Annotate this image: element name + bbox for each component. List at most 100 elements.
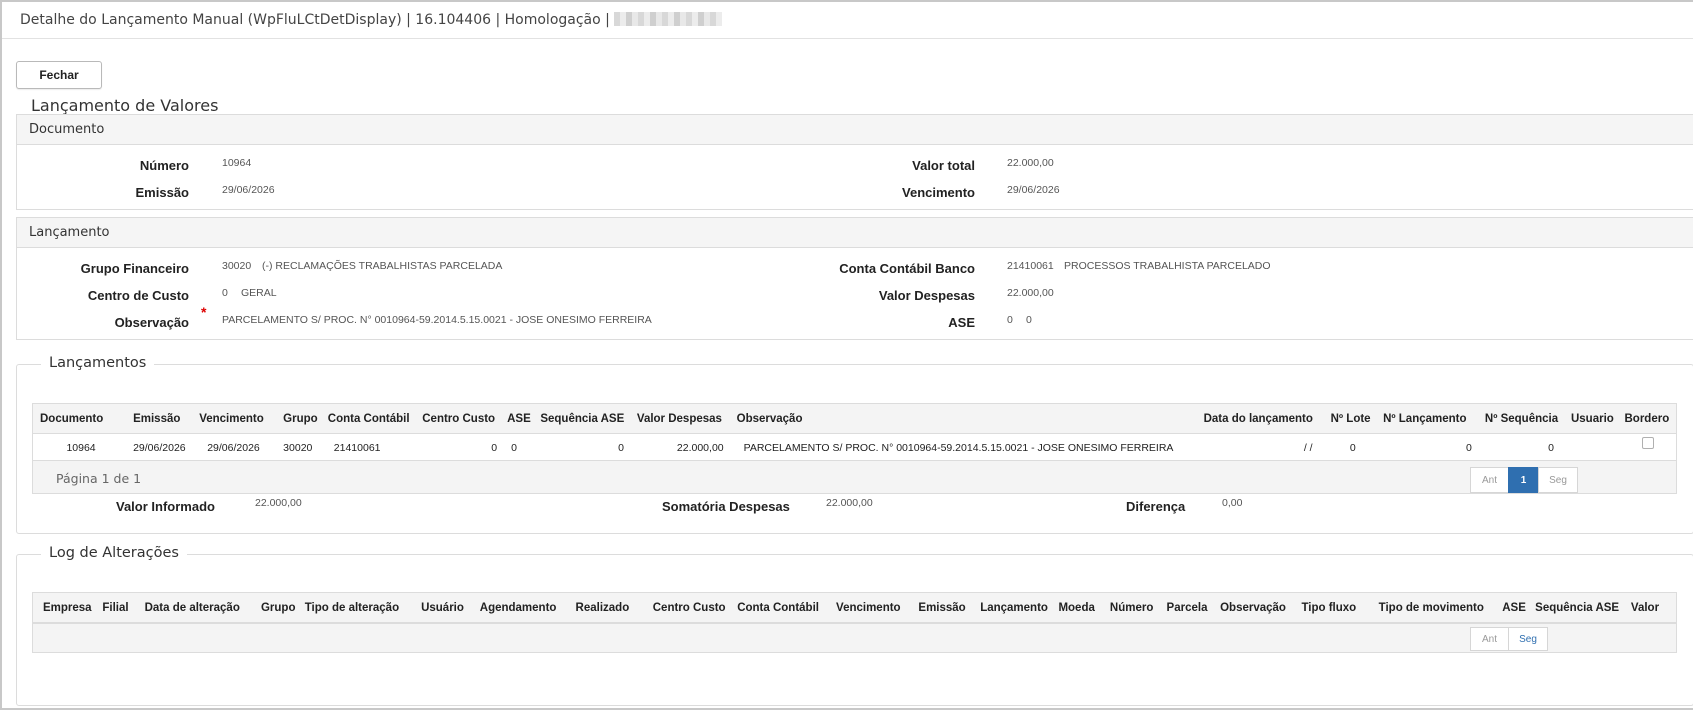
log-col-grupo[interactable]: Grupo (256, 592, 301, 623)
pager-page-1-button[interactable]: 1 (1508, 467, 1539, 493)
cell-usuario (1567, 434, 1621, 462)
cell-seq-ase: 0 (618, 441, 624, 454)
conta-contabil-banco-desc: PROCESSOS TRABALHISTA PARCELADO (1064, 260, 1271, 272)
numero-label: Número (139, 158, 189, 173)
centro-custo-desc: GERAL (241, 287, 277, 299)
valor-total-value: 22.000,00 (1007, 157, 1054, 169)
log-col-conta-contabil[interactable]: Conta Contábil (733, 592, 833, 623)
lancamento-panel: Lançamento Grupo Financeiro 30020 (-) RE… (16, 217, 1693, 340)
valor-despesas-value: 22.000,00 (1007, 287, 1054, 299)
valor-total-label: Valor total (912, 158, 975, 173)
log-col-sequencia-ase[interactable]: Sequência ASE (1531, 592, 1627, 623)
vencimento-value: 29/06/2026 (1007, 184, 1060, 196)
documento-panel-header: Documento (17, 115, 1693, 145)
log-col-tipo-fluxo[interactable]: Tipo fluxo (1297, 592, 1375, 623)
col-grupo[interactable]: Grupo (279, 403, 324, 434)
ase-label: ASE (948, 315, 975, 330)
log-col-observacao[interactable]: Observação (1216, 592, 1298, 623)
lancamentos-table: Documento Emissão Vencimento Grupo Conta… (32, 403, 1677, 462)
cell-vencimento: 29/06/2026 (207, 441, 260, 454)
cell-conta: 21410061 (333, 441, 381, 454)
log-pager-prev-button[interactable]: Ant (1470, 627, 1509, 651)
log-col-filial[interactable]: Filial (98, 592, 141, 623)
grupo-financeiro-code: 30020 (222, 260, 252, 272)
log-col-tipo-alteracao[interactable]: Tipo de alteração (300, 592, 418, 623)
emissao-value: 29/06/2026 (222, 184, 275, 196)
log-col-numero[interactable]: Número (1105, 592, 1163, 623)
col-numero-lancamento[interactable]: Nº Lançamento (1379, 403, 1481, 434)
diferenca-value: 0,00 (1222, 497, 1243, 509)
log-col-data-alteracao[interactable]: Data de alteração (140, 592, 257, 623)
col-data-lancamento[interactable]: Data do lançamento (1199, 403, 1327, 434)
ase-sequence-value: 0 (1026, 314, 1032, 326)
log-col-usuario[interactable]: Usuário (417, 592, 476, 623)
close-button[interactable]: Fechar (16, 61, 102, 89)
redacted-environment-name (614, 12, 723, 26)
table-row[interactable]: 10964 29/06/2026 29/06/2026 30020 214100… (33, 434, 1677, 462)
lancamentos-header-row: Documento Emissão Vencimento Grupo Conta… (32, 403, 1677, 434)
col-emissao[interactable]: Emissão (129, 403, 196, 434)
log-col-ase[interactable]: ASE (1498, 592, 1532, 623)
col-vencimento[interactable]: Vencimento (195, 403, 280, 434)
log-col-tipo-movimento[interactable]: Tipo de movimento (1374, 592, 1499, 623)
observacao-value: PARCELAMENTO S/ PROC. N° 0010964-59.2014… (222, 314, 652, 326)
valor-informado-label: Valor Informado (116, 499, 215, 514)
log-col-empresa[interactable]: Empresa (32, 592, 99, 623)
col-valor-despesas[interactable]: Valor Despesas (632, 403, 733, 434)
app-window: Detalhe do Lançamento Manual (WpFluLCtDe… (0, 0, 1693, 710)
grupo-financeiro-desc: (-) RECLAMAÇÕES TRABALHISTAS PARCELADA (262, 260, 503, 272)
log-pager: Ant Seg (32, 623, 1677, 653)
cell-lancamento: 0 (1466, 441, 1472, 454)
diferenca-label: Diferença (1126, 499, 1186, 514)
log-col-parcela[interactable]: Parcela (1162, 592, 1217, 623)
ase-value: 0 (1007, 314, 1013, 326)
cell-emissao: 29/06/2026 (133, 441, 186, 454)
log-col-centro-custo[interactable]: Centro Custo (648, 592, 734, 623)
conta-contabil-banco-label: Conta Contábil Banco (839, 261, 975, 276)
col-centro-custo[interactable]: Centro Custo (418, 403, 504, 434)
col-ase[interactable]: ASE (503, 403, 537, 434)
cell-valor: 22.000,00 (676, 441, 724, 454)
pager-next-button[interactable]: Seg (1538, 467, 1578, 493)
log-col-moeda[interactable]: Moeda (1054, 592, 1106, 623)
centro-custo-code: 0 (222, 287, 228, 299)
bordero-checkbox[interactable] (1642, 437, 1655, 450)
col-documento[interactable]: Documento (32, 403, 130, 434)
col-observacao[interactable]: Observação (732, 403, 1200, 434)
log-col-agendamento[interactable]: Agendamento (475, 592, 572, 623)
valor-informado-value: 22.000,00 (255, 497, 302, 509)
centro-custo-label: Centro de Custo (87, 288, 189, 303)
col-numero-sequencia[interactable]: Nº Sequência (1480, 403, 1567, 434)
col-sequencia-ase[interactable]: Sequência ASE (536, 403, 633, 434)
log-col-vencimento[interactable]: Vencimento (832, 592, 915, 623)
title-bar: Detalhe do Lançamento Manual (WpFluLCtDe… (2, 2, 1693, 39)
log-col-realizado[interactable]: Realizado (571, 592, 649, 623)
documento-panel: Documento Número 10964 Emissão 29/06/202… (16, 114, 1693, 210)
pager-status: Página 1 de 1 (56, 471, 142, 486)
pager-buttons: Ant 1 Seg (1470, 467, 1578, 493)
log-col-valor[interactable]: Valor (1626, 592, 1677, 623)
window-title: Detalhe do Lançamento Manual (WpFluLCtDe… (20, 12, 610, 28)
col-bordero[interactable]: Bordero (1620, 403, 1677, 434)
log-pager-next-button[interactable]: Seg (1508, 627, 1548, 651)
cell-documento: 10964 (66, 441, 96, 454)
cell-lote: 0 (1349, 441, 1356, 454)
col-numero-lote[interactable]: Nº Lote (1326, 403, 1380, 434)
pager-prev-button[interactable]: Ant (1470, 467, 1509, 493)
cell-bordero (1621, 434, 1677, 462)
cell-observacao: PARCELAMENTO S/ PROC. N° 0010964-59.2014… (743, 441, 1174, 454)
observacao-label: Observação (114, 315, 189, 330)
log-col-emissao[interactable]: Emissão (914, 592, 977, 623)
cell-ase: 0 (511, 441, 517, 454)
lancamento-panel-header: Lançamento (17, 218, 1693, 248)
col-conta-contabil[interactable]: Conta Contábil (323, 403, 419, 434)
cell-data-lancamento: / / (1303, 441, 1313, 454)
lancamentos-legend: Lançamentos (41, 355, 155, 371)
lancamentos-pager: Página 1 de 1 Ant 1 Seg (32, 460, 1677, 494)
numero-value: 10964 (222, 157, 252, 169)
log-col-lancamento[interactable]: Lançamento (976, 592, 1055, 623)
cell-centro: 0 (491, 441, 498, 454)
conta-contabil-banco-code: 21410061 (1007, 260, 1054, 272)
col-usuario[interactable]: Usuario (1566, 403, 1621, 434)
grupo-financeiro-label: Grupo Financeiro (80, 261, 189, 276)
